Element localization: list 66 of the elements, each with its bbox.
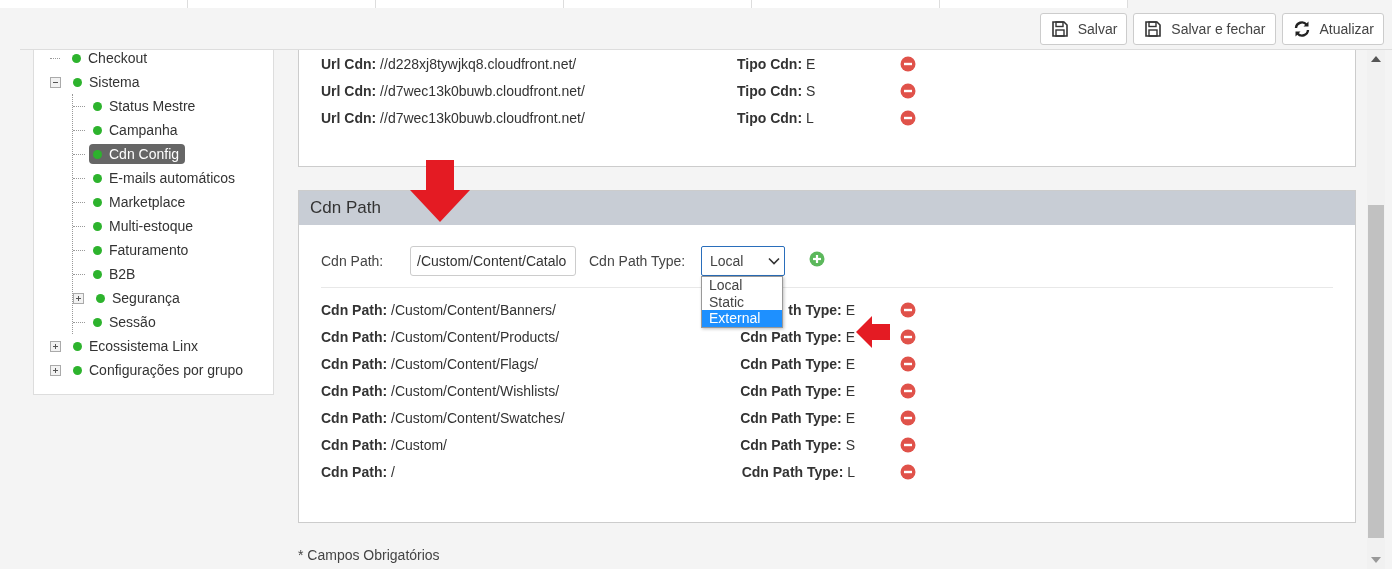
remove-icon[interactable] [900, 301, 916, 318]
remove-icon[interactable] [900, 355, 916, 372]
tree-item[interactable]: Sessão [89, 312, 162, 332]
tree-item[interactable]: Status Mestre [89, 96, 202, 116]
dropdown-option[interactable]: Static [702, 293, 782, 310]
remove-icon[interactable] [900, 328, 916, 345]
type-entry: Tipo Cdn: L [737, 109, 814, 126]
url-entry: Url Cdn: //d228xj8tywjkq8.cloudfront.net/ [321, 55, 577, 72]
field-label: Cdn Path: [321, 253, 385, 269]
left-arrow-icon [856, 316, 890, 348]
type-entry: Cdn Path Type: E [740, 328, 855, 345]
type-entry: Tipo Cdn: E [737, 55, 816, 72]
type-entry: Cdn Path Type: E [740, 355, 855, 372]
section-title: Cdn Path [310, 198, 381, 218]
scroll-down-icon[interactable] [1371, 557, 1381, 563]
dropdown-option[interactable]: Local [702, 277, 782, 294]
tree-item[interactable]: Segurança [92, 288, 186, 308]
path-entry: Cdn Path: /Custom/Content/Products/ [321, 328, 560, 345]
refresh-icon [1292, 19, 1311, 38]
collapse-icon[interactable] [50, 76, 61, 88]
expand-icon[interactable] [50, 340, 61, 352]
tree-item[interactable]: B2B [89, 264, 142, 284]
add-icon[interactable] [809, 251, 825, 267]
type-entry: Cdn Path Type: E [740, 409, 855, 426]
expand-icon[interactable] [50, 364, 61, 376]
tree-item[interactable]: Checkout [68, 50, 154, 68]
remove-icon[interactable] [900, 463, 916, 480]
path-entry: Cdn Path: /Custom/Content/Flags/ [321, 355, 539, 372]
path-entry: Cdn Path: /Custom/ [321, 436, 447, 453]
expand-icon[interactable] [73, 292, 84, 304]
tree-item[interactable]: Configurações por grupo [69, 360, 250, 380]
tree-item[interactable]: Marketplace [89, 192, 192, 212]
scroll-up-icon[interactable] [1371, 56, 1381, 62]
caret-icon [768, 257, 780, 265]
tree-item[interactable]: Faturamento [89, 240, 195, 260]
type-entry: th Type: E [788, 301, 855, 318]
url-entry: Url Cdn: //d7wec13k0buwb.cloudfront.net/ [321, 82, 585, 99]
remove-icon[interactable] [900, 409, 916, 426]
url-entry: Url Cdn: //d7wec13k0buwb.cloudfront.net/ [321, 109, 585, 126]
down-arrow-icon [408, 160, 472, 224]
save-button[interactable]: Salvar [1039, 12, 1128, 45]
tree-item[interactable]: Multi-estoque [89, 216, 200, 236]
tree-item[interactable]: Cdn Config [89, 144, 186, 164]
path-entry: Cdn Path: /Custom/Content/Wishlists/ [321, 382, 560, 399]
remove-icon[interactable] [900, 382, 916, 399]
remove-icon[interactable] [900, 109, 916, 126]
type-entry: Tipo Cdn: S [737, 82, 816, 99]
type-select[interactable]: Local [701, 246, 785, 276]
tree-item[interactable]: E-mails automáticos [89, 168, 242, 188]
type-entry: Cdn Path Type: E [740, 382, 855, 399]
type-entry: Cdn Path Type: L [741, 463, 855, 480]
refresh-button[interactable]: Atualizar [1281, 12, 1384, 45]
path-entry: Cdn Path: / [321, 463, 395, 480]
tree-item[interactable]: Sistema [69, 72, 146, 92]
path-input-field[interactable]: /Custom/Content/Catalo [410, 246, 576, 276]
save-button[interactable]: Salvar e fechar [1133, 12, 1276, 45]
required-fields-note: * Campos Obrigatórios [298, 547, 441, 563]
remove-icon[interactable] [900, 436, 916, 453]
path-entry: Cdn Path: /Custom/Content/Swatches/ [321, 409, 565, 426]
field-label: Cdn Path Type: [589, 253, 687, 269]
type-entry: Cdn Path Type: S [740, 436, 855, 453]
tree-item[interactable]: Ecossistema Linx [69, 336, 204, 356]
remove-icon[interactable] [900, 55, 916, 72]
remove-icon[interactable] [900, 82, 916, 99]
path-entry: Cdn Path: /Custom/Content/Banners/ [321, 301, 556, 318]
tree-item[interactable]: Campanha [89, 120, 184, 140]
